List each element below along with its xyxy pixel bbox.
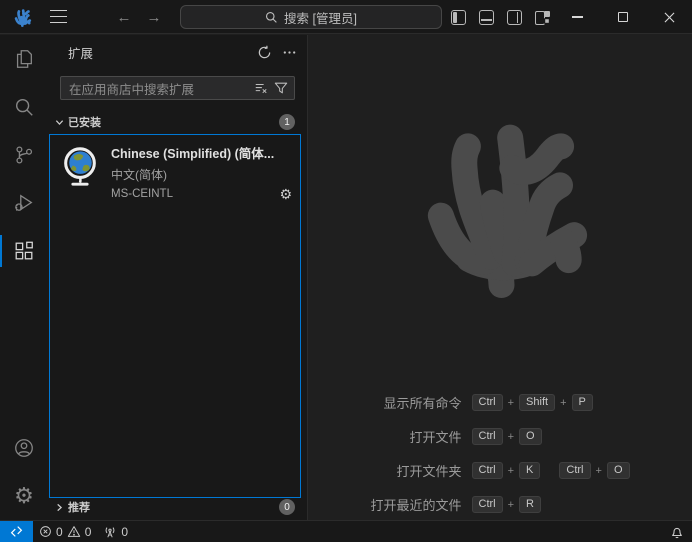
command-center-search[interactable]: 搜索 [管理员] bbox=[180, 5, 442, 29]
shortcut-label: 打开文件 bbox=[370, 427, 461, 446]
search-icon bbox=[265, 11, 278, 24]
problems-status[interactable]: 0 0 bbox=[33, 521, 97, 542]
keycap: O bbox=[607, 462, 630, 479]
extensions-list: Chinese (Simplified) (简体... 中文(简体) MS-CE… bbox=[49, 134, 301, 498]
notifications-bell-icon[interactable] bbox=[670, 525, 684, 539]
section-recommended[interactable]: 推荐 0 bbox=[48, 496, 307, 518]
recommended-count-badge: 0 bbox=[279, 499, 295, 515]
extension-publisher: MS-CEINTL bbox=[111, 188, 173, 200]
ports-count: 0 bbox=[121, 525, 128, 539]
run-debug-icon bbox=[13, 192, 35, 214]
shortcut-keys: Ctrl+KCtrl+O bbox=[472, 462, 630, 479]
extension-name: Chinese (Simplified) (简体... bbox=[111, 143, 292, 162]
ports-status[interactable]: 0 bbox=[97, 521, 134, 542]
section-installed[interactable]: 已安装 1 bbox=[48, 111, 307, 133]
toggle-primary-sidebar-icon[interactable] bbox=[451, 10, 466, 25]
manage-extension-gear-icon[interactable]: ⚙ bbox=[279, 187, 292, 201]
extensions-panel: 扩展 在应用商店中搜索扩展 已安装 1 bbox=[48, 35, 308, 520]
sidebar-item-source-control[interactable] bbox=[0, 131, 48, 179]
close-button[interactable] bbox=[646, 0, 692, 34]
filter-icon[interactable] bbox=[274, 81, 288, 95]
editor-area: 显示所有命令Ctrl+Shift+P打开文件Ctrl+O打开文件夹Ctrl+KC… bbox=[308, 35, 692, 520]
remote-icon bbox=[10, 525, 23, 538]
account-icon bbox=[13, 437, 35, 459]
radio-tower-icon bbox=[103, 525, 117, 539]
toggle-panel-icon[interactable] bbox=[479, 10, 494, 25]
keycap: Ctrl bbox=[559, 462, 590, 479]
menu-icon[interactable] bbox=[50, 10, 67, 23]
shortcut-label: 打开最近的文件 bbox=[370, 495, 461, 514]
status-bar: 0 0 0 bbox=[0, 520, 692, 542]
close-icon bbox=[664, 12, 675, 23]
back-arrow-icon[interactable]: ← bbox=[113, 6, 135, 28]
extension-globe-icon bbox=[59, 145, 101, 187]
more-actions-icon[interactable] bbox=[282, 45, 297, 60]
settings-button[interactable]: ⚙ bbox=[0, 472, 48, 520]
title-bar: ← → 搜索 [管理员] bbox=[0, 0, 692, 34]
refresh-icon[interactable] bbox=[257, 45, 272, 60]
errors-count: 0 bbox=[56, 525, 63, 539]
shortcut-keys: Ctrl+O bbox=[472, 428, 630, 445]
app-logo-icon bbox=[12, 7, 34, 27]
panel-header: 扩展 bbox=[48, 35, 307, 70]
gear-icon: ⚙ bbox=[14, 485, 34, 507]
watermark-coral-icon bbox=[408, 103, 608, 298]
window-controls bbox=[554, 0, 692, 34]
keycap: Shift bbox=[519, 394, 555, 411]
section-recommended-label: 推荐 bbox=[68, 499, 275, 515]
errors-icon bbox=[39, 525, 52, 538]
extension-description: 中文(简体) bbox=[111, 166, 292, 183]
extensions-icon bbox=[13, 240, 35, 262]
keycap: Ctrl bbox=[472, 428, 503, 445]
forward-arrow-icon[interactable]: → bbox=[143, 6, 165, 28]
extension-info: Chinese (Simplified) (简体... 中文(简体) MS-CE… bbox=[111, 143, 292, 201]
chevron-down-icon bbox=[54, 117, 64, 127]
shortcut-keys: Ctrl+R bbox=[472, 496, 630, 513]
keycap: R bbox=[519, 496, 541, 513]
files-icon bbox=[13, 48, 35, 70]
toggle-secondary-sidebar-icon[interactable] bbox=[507, 10, 522, 25]
search-placeholder: 在应用商店中搜索扩展 bbox=[69, 79, 248, 98]
search-icon bbox=[13, 96, 35, 118]
customize-layout-icon[interactable] bbox=[535, 10, 550, 25]
sidebar-item-extensions[interactable] bbox=[0, 227, 48, 275]
source-control-icon bbox=[13, 144, 35, 166]
clear-search-icon[interactable] bbox=[254, 81, 268, 95]
keycap: P bbox=[572, 394, 593, 411]
search-text: 搜索 [管理员] bbox=[284, 8, 357, 27]
app-window: ← → 搜索 [管理员] bbox=[0, 0, 692, 542]
minimize-button[interactable] bbox=[554, 0, 600, 34]
keycap: Ctrl bbox=[472, 496, 503, 513]
shortcut-list: 显示所有命令Ctrl+Shift+P打开文件Ctrl+O打开文件夹Ctrl+KC… bbox=[308, 393, 692, 514]
section-installed-label: 已安装 bbox=[68, 114, 275, 130]
shortcut-label: 打开文件夹 bbox=[370, 461, 461, 480]
keycap: K bbox=[519, 462, 540, 479]
sidebar-item-explorer[interactable] bbox=[0, 35, 48, 83]
layout-controls bbox=[451, 0, 550, 34]
keycap: Ctrl bbox=[472, 462, 503, 479]
account-button[interactable] bbox=[0, 424, 48, 472]
keycap: O bbox=[519, 428, 542, 445]
warnings-count: 0 bbox=[85, 525, 92, 539]
sidebar-item-search[interactable] bbox=[0, 83, 48, 131]
keycap: Ctrl bbox=[472, 394, 503, 411]
chevron-right-icon bbox=[54, 502, 64, 512]
sidebar-item-run-debug[interactable] bbox=[0, 179, 48, 227]
warnings-icon bbox=[67, 525, 81, 538]
shortcut-label: 显示所有命令 bbox=[370, 393, 461, 412]
maximize-button[interactable] bbox=[600, 0, 646, 34]
remote-indicator[interactable] bbox=[0, 521, 33, 542]
panel-title: 扩展 bbox=[68, 43, 257, 62]
extensions-search-input[interactable]: 在应用商店中搜索扩展 bbox=[60, 76, 295, 100]
shortcut-keys: Ctrl+Shift+P bbox=[472, 394, 630, 411]
installed-count-badge: 1 bbox=[279, 114, 295, 130]
activity-bar: ⚙ bbox=[0, 35, 48, 520]
extension-row-chinese-simplified[interactable]: Chinese (Simplified) (简体... 中文(简体) MS-CE… bbox=[50, 135, 300, 209]
